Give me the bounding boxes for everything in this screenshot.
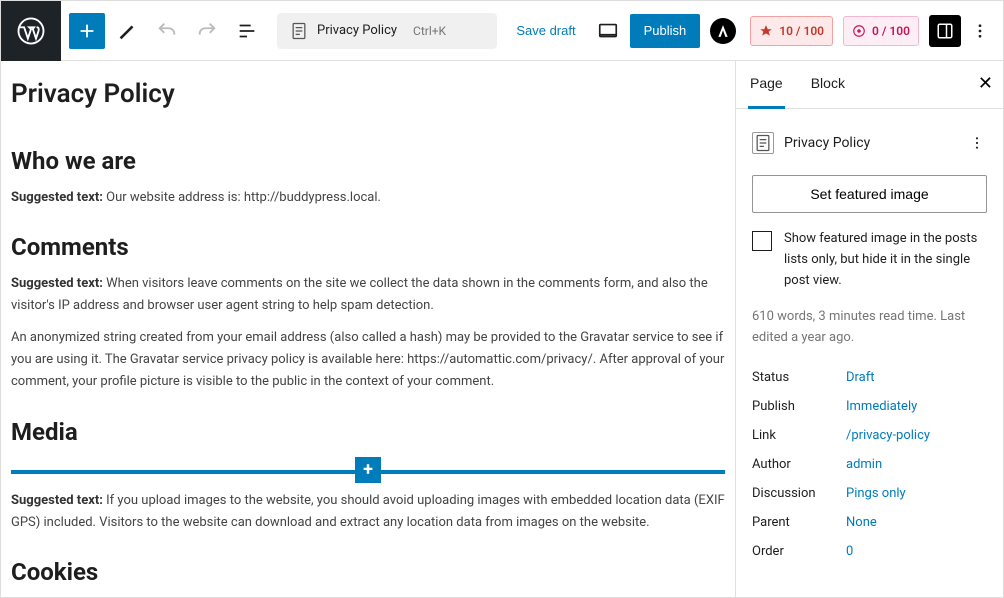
document-overview-button[interactable] xyxy=(229,13,265,49)
paragraph[interactable]: Suggested text: Our website address is: … xyxy=(11,187,725,209)
readability-score-badge[interactable]: 10 / 100 xyxy=(750,16,833,46)
redo-button[interactable] xyxy=(189,13,225,49)
editor-canvas[interactable]: Privacy Policy Who we are Suggested text… xyxy=(1,61,735,597)
heading-media[interactable]: Media xyxy=(11,418,725,446)
document-bar[interactable]: Privacy Policy Ctrl+K xyxy=(277,13,497,49)
paragraph[interactable]: Suggested text: If you upload images to … xyxy=(11,490,725,534)
row-author: Authoradmin xyxy=(752,450,987,479)
page-title[interactable]: Privacy Policy xyxy=(11,79,725,109)
options-menu-button[interactable] xyxy=(965,13,995,49)
paragraph[interactable]: An anonymized string created from your e… xyxy=(11,327,725,393)
featured-image-checkbox-label: Show featured image in the posts lists o… xyxy=(784,229,987,291)
wordpress-logo[interactable] xyxy=(1,1,61,61)
settings-toggle-button[interactable] xyxy=(929,15,961,47)
tools-button[interactable] xyxy=(109,13,145,49)
row-order: Order0 xyxy=(752,537,987,566)
add-block-button[interactable] xyxy=(69,13,105,49)
heading-cookies[interactable]: Cookies xyxy=(11,558,725,586)
featured-image-checkbox[interactable] xyxy=(752,231,772,251)
preview-button[interactable] xyxy=(590,13,626,49)
page-icon xyxy=(289,21,309,41)
readability-icon xyxy=(759,24,773,38)
save-draft-button[interactable]: Save draft xyxy=(506,13,585,49)
inline-add-block-button[interactable]: + xyxy=(355,457,381,483)
page-icon xyxy=(752,132,774,154)
row-link: Link/privacy-policy xyxy=(752,421,987,450)
top-toolbar: Privacy Policy Ctrl+K Save draft Publish… xyxy=(1,1,1003,61)
document-title: Privacy Policy xyxy=(317,23,397,38)
doc-meta-text: 610 words, 3 minutes read time. Last edi… xyxy=(752,307,987,349)
seo-target-icon xyxy=(852,24,866,38)
doc-actions-button[interactable] xyxy=(967,125,987,161)
close-sidebar-button[interactable]: ✕ xyxy=(978,73,993,94)
astra-logo-icon[interactable] xyxy=(710,18,736,44)
sidebar-doc-name: Privacy Policy xyxy=(784,135,957,151)
settings-sidebar: Page Block ✕ Privacy Policy Set featured… xyxy=(735,61,1003,597)
undo-button[interactable] xyxy=(149,13,185,49)
row-status: StatusDraft xyxy=(752,363,987,392)
set-featured-image-button[interactable]: Set featured image xyxy=(752,175,987,213)
paragraph[interactable]: Suggested text: When visitors leave comm… xyxy=(11,273,725,317)
command-shortcut: Ctrl+K xyxy=(413,24,446,38)
block-inserter-line[interactable]: + xyxy=(11,468,725,472)
row-publish: PublishImmediately xyxy=(752,392,987,421)
tab-page[interactable]: Page xyxy=(748,61,785,109)
row-discussion: DiscussionPings only xyxy=(752,479,987,508)
tab-block[interactable]: Block xyxy=(809,61,847,109)
row-parent: ParentNone xyxy=(752,508,987,537)
publish-button[interactable]: Publish xyxy=(630,14,701,48)
heading-who-we-are[interactable]: Who we are xyxy=(11,147,725,175)
heading-comments[interactable]: Comments xyxy=(11,233,725,261)
seo-score-badge[interactable]: 0 / 100 xyxy=(843,16,919,46)
